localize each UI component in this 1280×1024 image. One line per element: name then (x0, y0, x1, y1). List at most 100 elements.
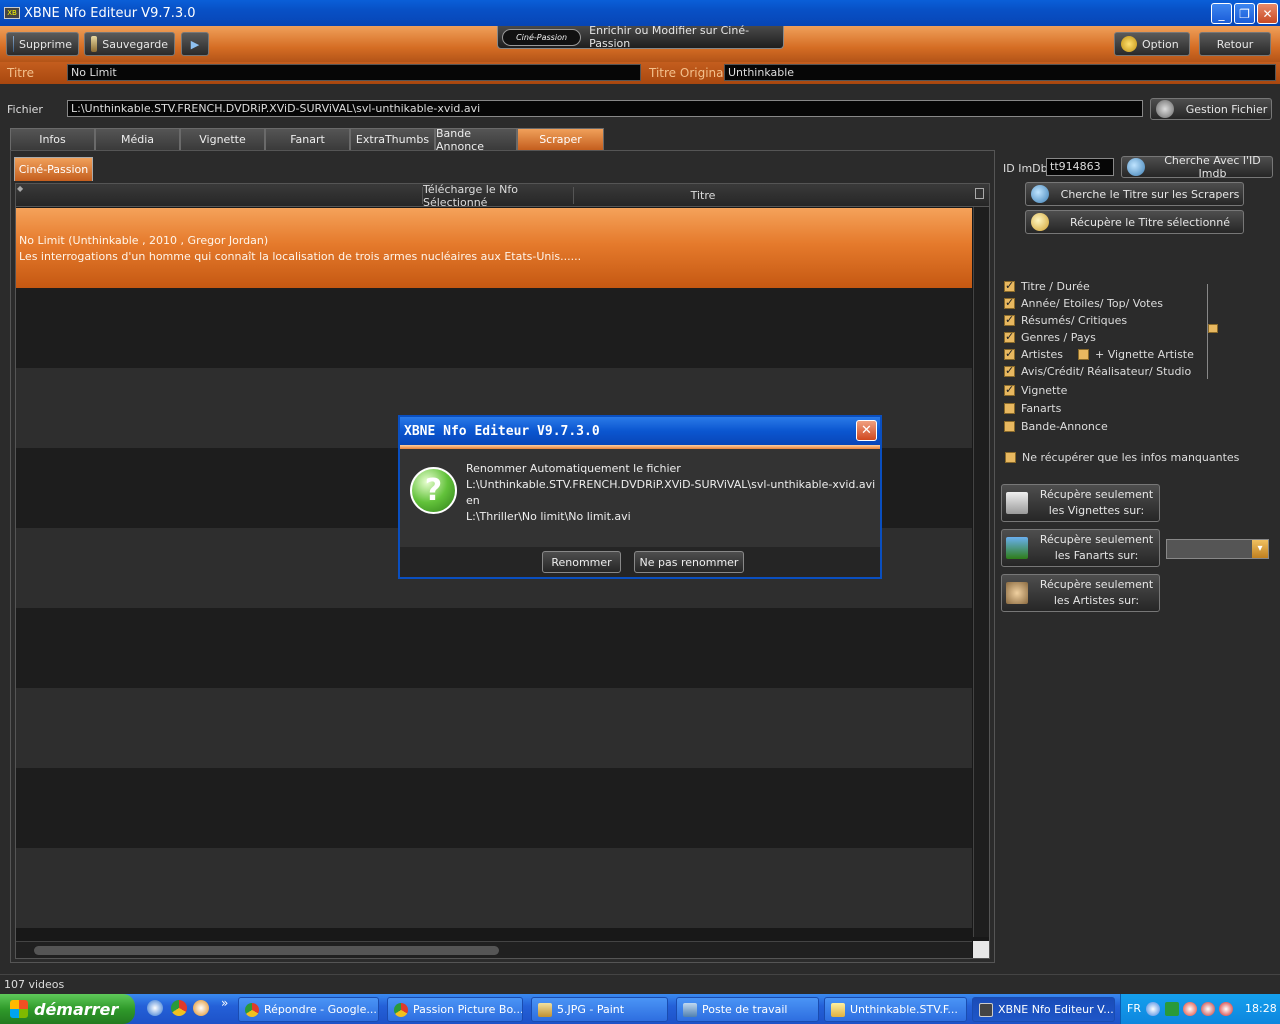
tab-scraper[interactable]: Scraper (517, 128, 604, 150)
idimdb-input[interactable]: tt914863 (1046, 158, 1114, 176)
retour-button[interactable]: Retour (1199, 32, 1271, 56)
dialog-footer: Renommer Ne pas renommer (400, 547, 880, 577)
vertical-scrollbar[interactable] (973, 207, 989, 937)
fanarts-source-select[interactable]: ▾ (1166, 539, 1269, 559)
task-folder[interactable]: Unthinkable.STV.F... (824, 997, 967, 1022)
check-label: Titre / Durée (1021, 280, 1090, 293)
horizontal-scrollbar[interactable] (16, 941, 972, 958)
check-artistes[interactable]: Artistes (1004, 347, 1063, 362)
task-google[interactable]: Répondre - Google... (238, 997, 379, 1022)
chrome-icon[interactable] (171, 1000, 187, 1016)
cherche-titre-button[interactable]: Cherche le Titre sur les Scrapers (1025, 182, 1244, 206)
cherche-titre-label: Cherche le Titre sur les Scrapers (1060, 187, 1240, 201)
language-indicator[interactable]: FR (1127, 1002, 1141, 1015)
subtab-cinepassion[interactable]: Ciné-Passion (14, 157, 93, 181)
cherche-imdb-button[interactable]: Cherche Avec l'ID Imdb (1121, 154, 1273, 180)
checkbox[interactable] (1004, 347, 1015, 360)
window-titlebar: XB XBNE Nfo Editeur V9.7.3.0 _ ❐ ✕ (0, 0, 1280, 26)
check-label: + Vignette Artiste (1095, 348, 1194, 361)
checkbox[interactable] (1004, 279, 1015, 292)
gestion-fichier-label: Gestion Fichier (1185, 102, 1268, 116)
task-label: Passion Picture Bo... (413, 1003, 523, 1016)
dialog-close-button[interactable]: ✕ (856, 420, 877, 441)
fichier-input[interactable]: L:\Unthinkable.STV.FRENCH.DVDRiP.XViD-SU… (67, 100, 1143, 117)
check-fanarts[interactable]: Fanarts (1004, 401, 1061, 416)
table-row[interactable] (16, 688, 972, 768)
col-telecharge[interactable]: Télécharge le Nfo Sélectionné (422, 184, 574, 209)
column-chooser-icon[interactable] (975, 188, 984, 199)
document-icon (1006, 492, 1028, 514)
computer-icon (683, 1002, 697, 1017)
table-row[interactable] (16, 768, 972, 848)
supprime-button[interactable]: Supprime (6, 32, 79, 56)
minimize-button[interactable]: _ (1211, 3, 1232, 24)
back-arrow-icon[interactable] (1146, 1002, 1160, 1016)
tray-app-icon[interactable] (1165, 1002, 1179, 1016)
tab-fanart[interactable]: Fanart (265, 128, 350, 150)
antivirus-icon[interactable] (1183, 1002, 1197, 1016)
renommer-button[interactable]: Renommer (542, 551, 621, 573)
task-poste[interactable]: Poste de travail (676, 997, 819, 1022)
check-titre-duree[interactable]: Titre / Durée (1004, 279, 1090, 294)
checkbox[interactable] (1004, 330, 1015, 343)
checkbox[interactable] (1078, 349, 1089, 360)
recupere-vignettes-button[interactable]: Récupère seulement les Vignettes sur: (1001, 484, 1160, 522)
close-button[interactable]: ✕ (1257, 3, 1278, 24)
task-passion[interactable]: Passion Picture Bo... (387, 997, 523, 1022)
checkbox[interactable] (1004, 296, 1015, 309)
paint-icon (538, 1002, 552, 1017)
check-bande-annonce[interactable]: Bande-Annonce (1004, 419, 1108, 434)
maximize-button[interactable]: ❐ (1234, 3, 1255, 24)
task-xbne[interactable]: XBNE Nfo Editeur V... (972, 997, 1115, 1022)
enrichir-cinepassion-button[interactable]: Ciné-Passion Enrichir ou Modifier sur Ci… (497, 24, 784, 50)
check-vignette-artiste[interactable]: + Vignette Artiste (1078, 347, 1194, 362)
check-vignette[interactable]: Vignette (1004, 383, 1067, 398)
shield-icon[interactable] (1219, 1002, 1233, 1016)
scroll-thumb[interactable] (34, 946, 499, 955)
checkbox[interactable] (1005, 452, 1016, 463)
check-manquantes[interactable]: Ne récupérer que les infos manquantes (1005, 450, 1239, 465)
checkbox[interactable] (1004, 403, 1015, 414)
check-annee[interactable]: Année/ Etoiles/ Top/ Votes (1004, 296, 1163, 311)
task-paint[interactable]: 5.JPG - Paint (531, 997, 668, 1022)
recupere-titre-button[interactable]: Récupère le Titre sélectionné (1025, 210, 1244, 234)
tab-extrathumbs[interactable]: ExtraThumbs (350, 128, 435, 150)
check-label: Année/ Etoiles/ Top/ Votes (1021, 297, 1163, 310)
check-resumes[interactable]: Résumés/ Critiques (1004, 313, 1127, 328)
col-titre[interactable]: Titre (576, 187, 830, 204)
table-row[interactable]: No Limit (Unthinkable , 2010 , Gregor Jo… (16, 208, 972, 288)
tab-infos[interactable]: Infos (10, 128, 95, 150)
slider-handle[interactable] (1208, 324, 1218, 333)
gestion-fichier-button[interactable]: Gestion Fichier (1150, 98, 1272, 120)
recupere-artistes-button[interactable]: Récupère seulement les Artistes sur: (1001, 574, 1160, 612)
option-button[interactable]: Option (1114, 32, 1190, 56)
row-summary: Les interrogations d'un homme qui connaî… (19, 250, 582, 263)
tab-vignette[interactable]: Vignette (180, 128, 265, 150)
ne-pas-renommer-button[interactable]: Ne pas renommer (634, 551, 744, 573)
titre-input[interactable]: No Limit (67, 64, 641, 81)
checkbox[interactable] (1004, 421, 1015, 432)
quicklaunch-more[interactable]: » (221, 996, 228, 1010)
download-icon (1031, 213, 1049, 231)
checkbox[interactable] (1004, 313, 1015, 326)
play-button[interactable]: ▶ (181, 32, 209, 56)
people-icon (1006, 582, 1028, 604)
titre-original-input[interactable]: Unthinkable (724, 64, 1276, 81)
start-button[interactable]: démarrer (0, 994, 135, 1024)
task-label: Unthinkable.STV.F... (850, 1003, 958, 1016)
ie-icon[interactable] (147, 1000, 163, 1016)
check-genres[interactable]: Genres / Pays (1004, 330, 1096, 345)
tab-media[interactable]: Média (95, 128, 180, 150)
check-avis[interactable]: Avis/Crédit/ Réalisateur/ Studio (1004, 364, 1191, 379)
table-row[interactable] (16, 288, 972, 368)
chevron-down-icon[interactable]: ▾ (1252, 540, 1268, 558)
tab-bande-annonce[interactable]: Bande Annonce (435, 127, 517, 153)
checkbox[interactable] (1004, 364, 1015, 377)
table-row[interactable] (16, 608, 972, 688)
network-icon[interactable] (1201, 1002, 1215, 1016)
table-row[interactable] (16, 848, 972, 928)
checkbox[interactable] (1004, 383, 1015, 396)
media-player-icon[interactable] (193, 1000, 209, 1016)
sauvegarde-button[interactable]: Sauvegarde (84, 32, 175, 56)
recupere-fanarts-button[interactable]: Récupère seulement les Fanarts sur: (1001, 529, 1160, 567)
